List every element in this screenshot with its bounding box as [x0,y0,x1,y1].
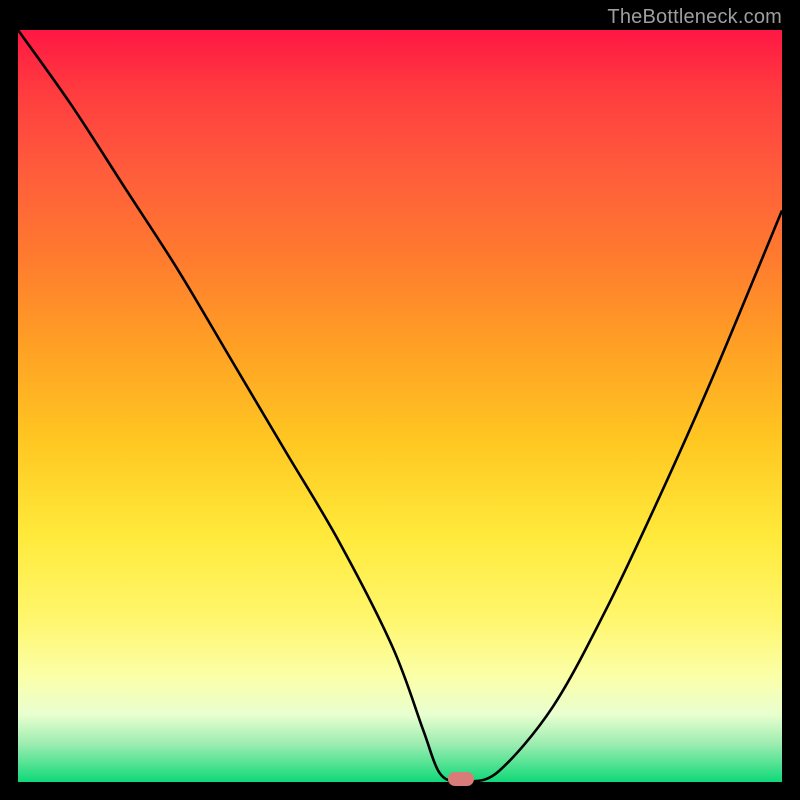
chart-container: TheBottleneck.com [0,0,800,800]
plot-area [18,30,782,782]
minimum-marker [448,772,474,786]
bottleneck-curve-path [18,30,782,782]
curve-svg [18,30,782,782]
watermark-text: TheBottleneck.com [607,6,782,29]
